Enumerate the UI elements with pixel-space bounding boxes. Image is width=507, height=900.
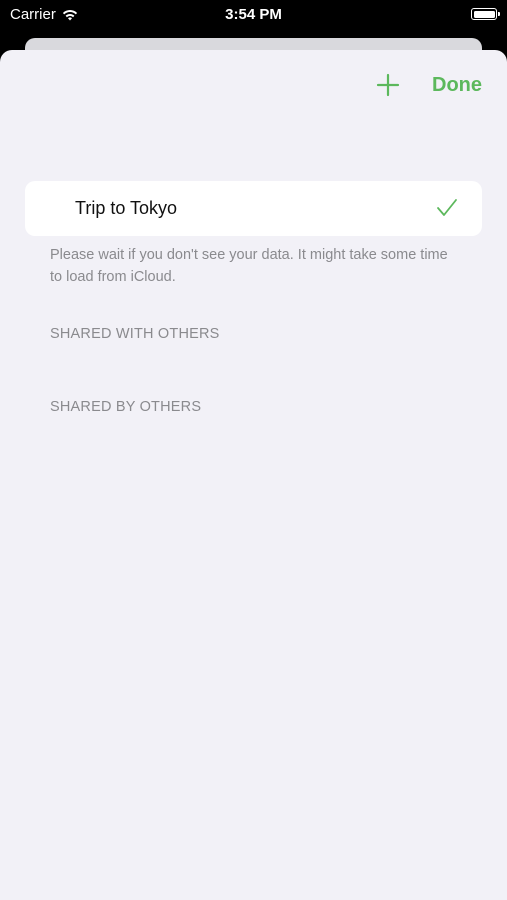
plus-icon <box>376 73 400 97</box>
section-header-shared-with-others: SHARED WITH OTHERS <box>50 326 220 342</box>
list-item[interactable]: Trip to Tokyo <box>25 181 482 236</box>
list-item-label: Trip to Tokyo <box>75 198 178 218</box>
battery-tip <box>498 11 500 16</box>
battery-level <box>473 10 495 18</box>
status-bar: Carrier 3:54 PM <box>0 0 507 30</box>
list-footer-note: Please wait if you don't see your data. … <box>50 247 448 285</box>
add-button[interactable] <box>376 73 400 97</box>
status-time: 3:54 PM <box>225 6 282 23</box>
battery-icon <box>471 8 500 20</box>
done-button[interactable]: Done <box>432 73 482 97</box>
modal-sheet <box>0 50 507 900</box>
section-header-shared-by-others: SHARED BY OTHERS <box>50 399 202 415</box>
checkmark-icon <box>437 199 457 216</box>
